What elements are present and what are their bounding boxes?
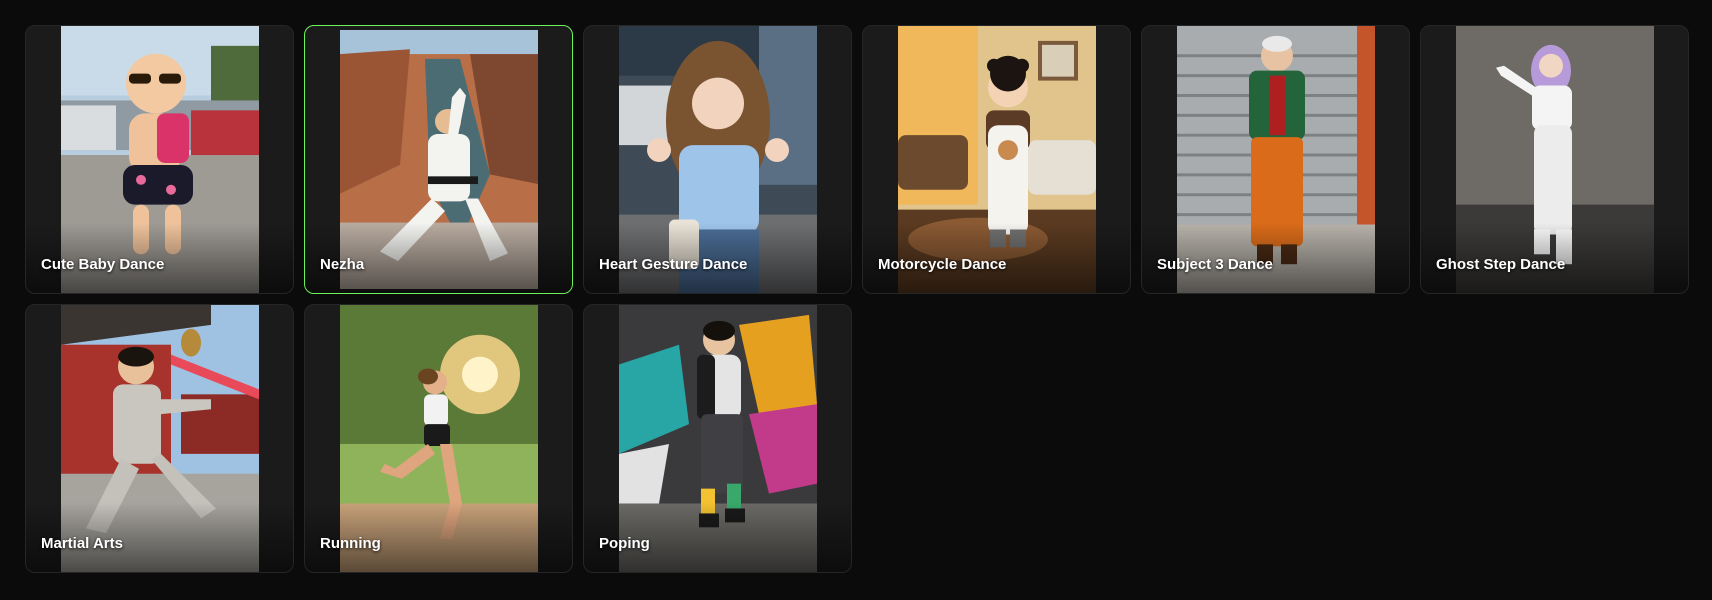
template-label: Cute Baby Dance (41, 256, 165, 273)
template-label: Heart Gesture Dance (599, 256, 748, 273)
template-card-running[interactable]: Running (304, 304, 573, 573)
baby-dance-thumbnail (60, 26, 259, 293)
template-label: Martial Arts (41, 535, 123, 552)
template-card-cute-baby-dance[interactable]: Cute Baby Dance (25, 25, 294, 294)
poping-thumbnail (618, 305, 817, 572)
template-label: Running (320, 535, 381, 552)
nezha-thumbnail (339, 30, 538, 289)
motorcycle-dance-thumbnail (897, 26, 1096, 293)
template-label: Subject 3 Dance (1157, 256, 1273, 273)
template-label: Poping (599, 535, 650, 552)
running-thumbnail (339, 305, 538, 572)
heart-gesture-thumbnail (618, 26, 817, 293)
subject-3-thumbnail (1176, 26, 1375, 293)
martial-arts-thumbnail (60, 305, 259, 572)
template-label: Ghost Step Dance (1436, 256, 1566, 273)
ghost-step-thumbnail (1455, 26, 1654, 293)
template-label: Motorcycle Dance (878, 256, 1007, 273)
template-grid: Cute Baby Dance Nezha Heart Gesture Danc… (25, 25, 1689, 573)
template-card-poping[interactable]: Poping (583, 304, 852, 573)
template-card-motorcycle-dance[interactable]: Motorcycle Dance (862, 25, 1131, 294)
template-card-heart-gesture-dance[interactable]: Heart Gesture Dance (583, 25, 852, 294)
template-label: Nezha (320, 256, 365, 273)
template-card-subject-3-dance[interactable]: Subject 3 Dance (1141, 25, 1410, 294)
template-card-ghost-step-dance[interactable]: Ghost Step Dance (1420, 25, 1689, 294)
template-card-nezha[interactable]: Nezha (304, 25, 573, 294)
template-card-martial-arts[interactable]: Martial Arts (25, 304, 294, 573)
